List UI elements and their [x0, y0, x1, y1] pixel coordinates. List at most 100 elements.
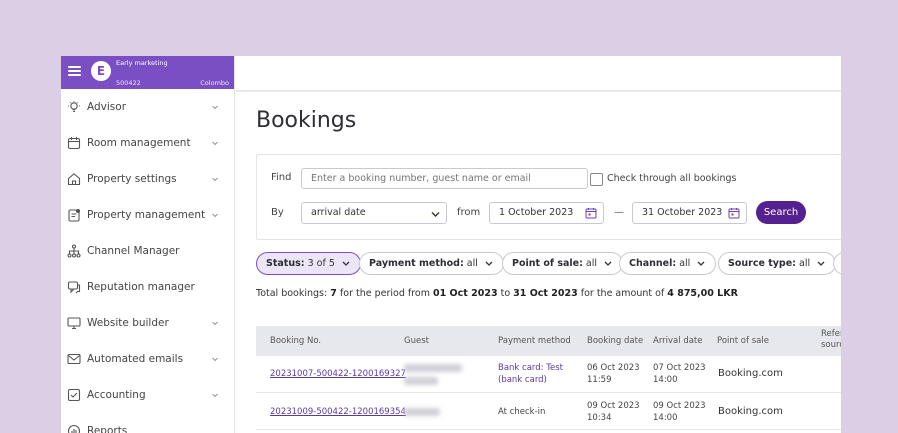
calendar-icon: [67, 136, 81, 150]
chevron-down-icon: [342, 261, 350, 266]
sidebar-item-property-management[interactable]: Property management: [61, 197, 234, 233]
source-type-filter-chip[interactable]: Source type: all: [718, 252, 837, 275]
chip-value: all: [799, 258, 811, 269]
chevron-down-icon: [604, 261, 612, 266]
arrival-time: 14:00: [653, 375, 678, 385]
date-to-value: 31 October 2023: [642, 207, 723, 218]
sidebar-item-accounting[interactable]: Accounting: [61, 377, 234, 413]
date-type-select[interactable]: arrival date: [301, 202, 447, 224]
guest-name-redacted: [404, 377, 438, 385]
point-of-sale: Booking.com: [718, 406, 783, 417]
column-header[interactable]: Reference source: [821, 329, 841, 351]
chevron-down-icon: [212, 213, 218, 218]
network-icon: [67, 244, 81, 258]
property-name: Early marketing: [116, 59, 168, 67]
sidebar-item-room-management[interactable]: Room management: [61, 125, 234, 161]
point-of-sale-filter-chip[interactable]: Point of sale: all: [502, 252, 624, 275]
calendar-icon: [585, 208, 597, 219]
filter-panel: Find Check through all bookings By arriv…: [256, 154, 841, 240]
chevron-down-icon: [212, 393, 218, 398]
arrival-time: 14:00: [653, 413, 678, 423]
clipboard-icon: [67, 208, 81, 222]
column-header[interactable]: Guest: [404, 336, 429, 346]
table-header: Booking No. Guest Payment method Booking…: [256, 326, 841, 356]
chevron-down-icon: [212, 105, 218, 110]
column-header[interactable]: Booking date: [587, 336, 643, 346]
guest-name-redacted: [404, 364, 462, 372]
by-label: By: [271, 207, 284, 218]
sidebar-item-reputation-manager[interactable]: Reputation manager: [61, 269, 234, 305]
guest-name-redacted: [404, 408, 440, 416]
summary-count: 7: [330, 288, 337, 299]
sidebar-item-reports[interactable]: Reports: [61, 413, 234, 433]
channel-filter-chip[interactable]: Channel: all: [619, 252, 717, 275]
bookings-summary: Total bookings: 7 for the period from 01…: [256, 288, 738, 299]
chevron-down-icon: [212, 321, 218, 326]
chip-key: Source type:: [728, 258, 796, 269]
chip-value: 3 of 5: [307, 258, 335, 269]
payment-method-detail: (bank card): [498, 375, 547, 385]
chip-value: all: [466, 258, 478, 269]
booking-number-link[interactable]: 20231009-500422-1200169354: [270, 406, 406, 418]
date-from-value: 1 October 2023: [499, 207, 574, 218]
summary-to-text: to: [500, 288, 511, 299]
summary-prefix: Total bookings:: [256, 288, 328, 299]
arrival-date: 09 Oct 2023: [653, 401, 706, 411]
date-type-value: arrival date: [311, 207, 366, 218]
column-header[interactable]: Arrival date: [653, 336, 703, 346]
app-window: E Early marketing 500422 Colombo Advisor…: [61, 56, 841, 433]
sidebar-item-channel-manager[interactable]: Channel Manager: [61, 233, 234, 269]
sidebar-item-label: Property settings: [87, 173, 177, 185]
date-from-field[interactable]: 1 October 2023: [489, 202, 604, 224]
chip-key: Status:: [266, 258, 305, 269]
summary-from-date: 01 Oct 2023: [433, 288, 498, 299]
chevron-down-icon: [817, 261, 825, 266]
summary-amount-text: for the amount of: [580, 288, 665, 299]
top-bar: [236, 56, 841, 92]
table-row[interactable]: 20231007-500422-1200169327 Bank card: Te…: [256, 356, 841, 393]
main-content: Bookings Find Check through all bookings…: [236, 92, 841, 433]
booking-time: 10:34: [587, 413, 612, 423]
date-to-field[interactable]: 31 October 2023: [632, 202, 747, 224]
sidebar-item-automated-emails[interactable]: Automated emails: [61, 341, 234, 377]
chip-key: Payment method:: [369, 258, 464, 269]
sidebar-item-label: Room management: [87, 137, 191, 149]
sidebar-item-label: Reports: [87, 425, 128, 433]
sidebar-item-label: Reputation manager: [87, 281, 195, 293]
sidebar-item-label: Property management: [87, 209, 206, 221]
column-header[interactable]: Point of sale: [717, 336, 769, 346]
home-icon: [67, 172, 81, 186]
column-header[interactable]: Booking No.: [270, 336, 321, 346]
sidebar-item-website-builder[interactable]: Website builder: [61, 305, 234, 341]
chevron-down-icon: [697, 261, 705, 266]
sidebar-item-label: Advisor: [87, 101, 127, 113]
check-all-bookings-checkbox[interactable]: [590, 173, 603, 186]
chevron-down-icon: [485, 261, 493, 266]
sidebar-item-property-settings[interactable]: Property settings: [61, 161, 234, 197]
hamburger-menu-icon[interactable]: [68, 66, 81, 76]
chart-icon: [67, 424, 81, 433]
column-header[interactable]: Payment method: [498, 336, 571, 346]
chip-key: Channel:: [629, 258, 677, 269]
point-of-sale: Booking.com: [718, 368, 783, 379]
page-title: Bookings: [256, 108, 357, 133]
sidebar: E Early marketing 500422 Colombo Advisor…: [61, 56, 235, 433]
payment-method: At check-in: [498, 407, 546, 417]
chevron-down-icon: [212, 141, 218, 146]
status-filter-chip[interactable]: Status: 3 of 5: [256, 252, 361, 275]
search-button[interactable]: Search: [756, 201, 806, 224]
booking-number-link[interactable]: 20231007-500422-1200169327: [270, 368, 406, 380]
more-filter-chip[interactable]: [833, 252, 841, 275]
checklist-icon: [67, 388, 81, 402]
sidebar-item-advisor[interactable]: Advisor: [61, 89, 234, 125]
lightbulb-icon: [67, 100, 81, 114]
property-avatar[interactable]: E: [91, 61, 111, 81]
table-row[interactable]: 20231009-500422-1200169354 At check-in 0…: [256, 393, 841, 430]
chat-icon: [67, 280, 81, 294]
payment-method-filter-chip[interactable]: Payment method: all: [359, 252, 504, 275]
search-input[interactable]: [301, 168, 588, 189]
sidebar-item-label: Automated emails: [87, 353, 184, 365]
from-label: from: [457, 207, 481, 218]
chevron-down-icon: [431, 212, 440, 217]
bookings-table: Booking No. Guest Payment method Booking…: [256, 326, 841, 430]
